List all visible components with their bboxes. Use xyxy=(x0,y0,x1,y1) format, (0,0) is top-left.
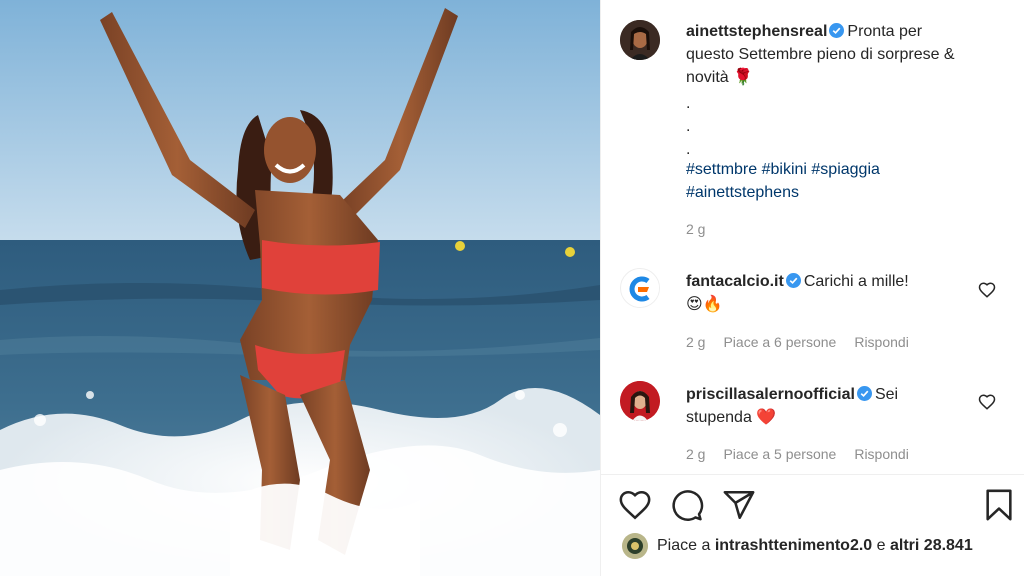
caption-dot: . xyxy=(686,118,691,135)
liked-by-avatar-image xyxy=(622,533,648,559)
liked-by-line: Piace a intrashttenimento2.0 e altri 28.… xyxy=(657,537,973,555)
reply-button[interactable]: Rispondi xyxy=(854,446,908,462)
comment-time[interactable]: 2 g xyxy=(686,334,705,350)
verified-badge-icon xyxy=(829,23,845,38)
author-avatar[interactable] xyxy=(620,20,660,60)
post-photo[interactable] xyxy=(0,0,600,576)
author-username[interactable]: ainettstephensreal xyxy=(686,23,827,40)
liked-by-others[interactable]: altri 28.841 xyxy=(890,537,973,554)
beach-photo-illustration xyxy=(0,0,600,576)
verified-badge-icon xyxy=(785,273,801,288)
heart-icon[interactable] xyxy=(618,488,652,522)
reply-button[interactable]: Rispondi xyxy=(854,334,908,350)
liked-by-avatar[interactable] xyxy=(622,533,648,559)
hashtags: #settmbre #bikini #spiaggia #ainettsteph… xyxy=(686,158,1006,204)
hashtag-link[interactable]: #spiaggia xyxy=(811,161,880,178)
priscilla-avatar-image xyxy=(620,381,660,421)
liked-by-username[interactable]: intrashttenimento2.0 xyxy=(715,537,872,554)
comment-text: Sei xyxy=(874,386,899,403)
comment-avatar-priscilla[interactable] xyxy=(620,381,660,421)
comment-meta: 2 g Piace a 6 persone Rispondi xyxy=(686,334,927,350)
caption-line-2: questo Settembre pieno di sorprese & xyxy=(686,46,955,63)
comment-meta: 2 g Piace a 5 persone Rispondi xyxy=(686,446,927,462)
comment-text: Carichi a mille! xyxy=(803,273,909,290)
caption-line-3: novità 🌹 xyxy=(686,69,754,86)
caption-dot: . xyxy=(686,95,691,112)
comment-username[interactable]: priscillasalernoofficial xyxy=(686,386,855,403)
comment-like-heart-icon[interactable] xyxy=(978,281,996,299)
comment-text-continued: stupenda xyxy=(686,409,752,426)
hashtag-link[interactable]: #bikini xyxy=(762,161,807,178)
verified-badge-icon xyxy=(856,386,872,401)
comment-like-heart-icon[interactable] xyxy=(978,393,996,411)
caption-line-1: Pronta per xyxy=(847,23,923,40)
comment-2: priscillasalernoofficial Sei stupenda ❤️ xyxy=(686,383,976,429)
comment-icon[interactable] xyxy=(670,488,704,522)
fantacalcio-logo-icon xyxy=(622,270,659,307)
liked-by-middle: e xyxy=(876,537,886,554)
comment-likes-count[interactable]: Piace a 6 persone xyxy=(723,334,836,350)
author-avatar-image xyxy=(620,20,660,60)
share-icon[interactable] xyxy=(722,488,756,522)
comment-time[interactable]: 2 g xyxy=(686,446,705,462)
bookmark-icon[interactable] xyxy=(982,488,1016,522)
hashtag-link[interactable]: #settmbre xyxy=(686,161,757,178)
comment-avatar-fantacalcio[interactable] xyxy=(620,268,660,308)
post-timestamp[interactable]: 2 g xyxy=(686,221,705,237)
hashtag-link[interactable]: #ainettstephens xyxy=(686,184,799,201)
liked-by-prefix: Piace a xyxy=(657,537,711,554)
actions-divider xyxy=(600,474,1024,475)
post-caption: ainettstephensreal Pronta per questo Sett… xyxy=(686,20,1006,89)
comment-emoji: ❤️ xyxy=(756,409,777,426)
comment-1: fantacalcio.it Carichi a mille! 😍🔥 xyxy=(686,270,976,316)
comment-emoji: 😍🔥 xyxy=(686,296,723,313)
comment-likes-count[interactable]: Piace a 5 persone xyxy=(723,446,836,462)
comment-username[interactable]: fantacalcio.it xyxy=(686,273,784,290)
